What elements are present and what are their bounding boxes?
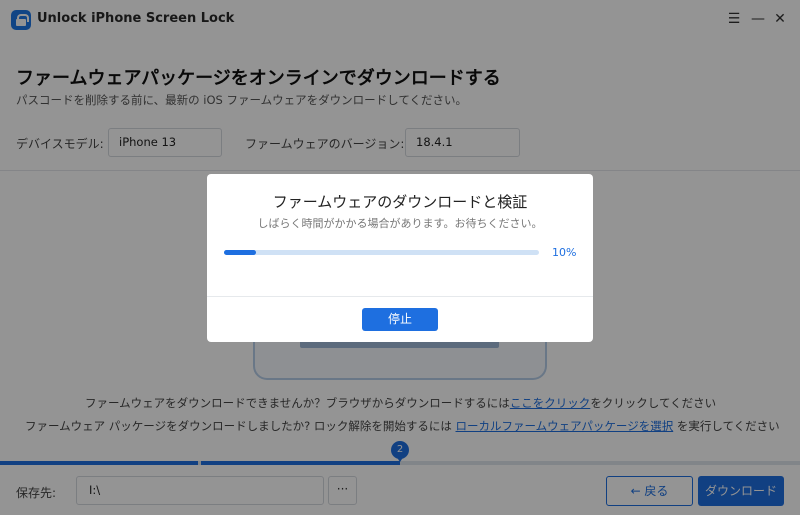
stop-button[interactable]: 停止 bbox=[362, 308, 438, 331]
download-progress-fill bbox=[224, 250, 256, 255]
app-window: Unlock iPhone Screen Lock ☰ — ✕ ファームウェアパ… bbox=[0, 0, 800, 515]
download-progress-bar bbox=[224, 250, 539, 255]
download-verify-dialog: ファームウェアのダウンロードと検証 しばらく時間がかかる場合があります。お待ちく… bbox=[207, 174, 593, 342]
dialog-title: ファームウェアのダウンロードと検証 bbox=[272, 193, 528, 211]
dialog-divider bbox=[207, 296, 593, 297]
download-progress-percent: 10% bbox=[552, 246, 577, 259]
dialog-subtitle: しばらく時間がかかる場合があります。お待ちください。 bbox=[257, 217, 543, 230]
